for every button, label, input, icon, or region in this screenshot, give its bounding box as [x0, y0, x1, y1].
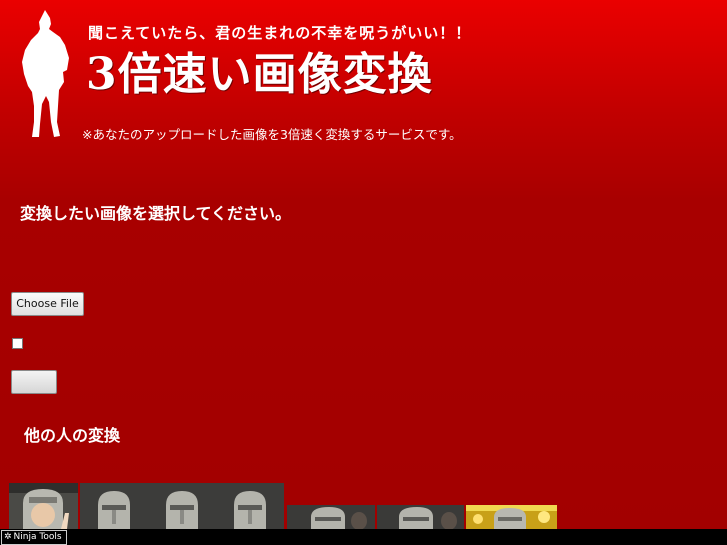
thumbnail-image	[148, 483, 216, 529]
others-conversions-heading: 他の人の変換	[24, 426, 121, 445]
submit-button[interactable]	[11, 370, 57, 394]
gallery-thumbnail[interactable]	[466, 505, 557, 529]
thumbnail-image	[80, 483, 148, 529]
gallery-thumbnail[interactable]	[9, 483, 78, 529]
gallery-thumbnail[interactable]	[377, 505, 464, 529]
option-checkbox[interactable]	[12, 338, 23, 349]
upload-heading: 変換したい画像を選択してください。	[20, 204, 292, 223]
shuriken-icon: ✲	[4, 532, 12, 542]
choose-file-button[interactable]: Choose File	[11, 292, 84, 316]
gallery-thumbnail[interactable]	[80, 483, 148, 529]
ninja-tools-bar: ✲ Ninja Tools	[0, 529, 727, 545]
char-silhouette-icon	[22, 10, 69, 137]
thumbnail-image	[216, 483, 284, 529]
thumbnail-image	[287, 505, 375, 529]
site-title: 3倍速い画像変換	[86, 49, 433, 100]
gallery-thumbnail[interactable]	[148, 483, 216, 529]
gallery-thumbnail[interactable]	[216, 483, 284, 529]
site-description: ※あなたのアップロードした画像を3倍速く変換するサービスです。	[82, 127, 462, 142]
ninja-tools-label: Ninja Tools	[13, 532, 62, 542]
thumbnail-image	[377, 505, 464, 529]
ninja-tools-button[interactable]: ✲ Ninja Tools	[1, 530, 67, 545]
thumbnail-image	[466, 505, 557, 529]
gallery-thumbnail[interactable]	[287, 505, 375, 529]
thumbnail-image	[9, 483, 78, 529]
